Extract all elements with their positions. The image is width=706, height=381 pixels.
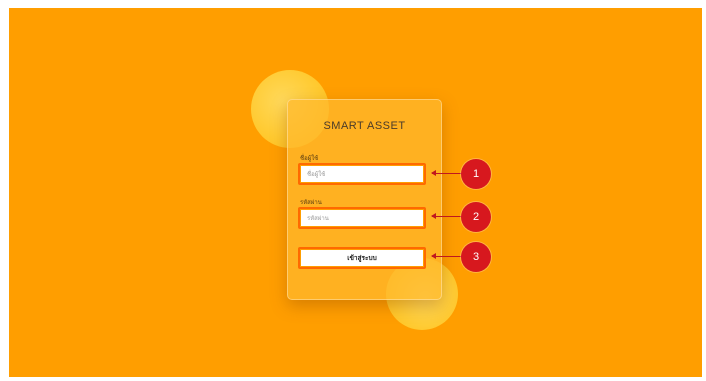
username-field[interactable]: ชื่อผู้ใช้	[298, 163, 426, 185]
login-screen: SMART ASSET ชื่อผู้ใช้ ชื่อผู้ใช้ รหัสผ่…	[9, 8, 702, 377]
username-label: ชื่อผู้ใช้	[300, 156, 319, 162]
password-placeholder[interactable]: รหัสผ่าน	[301, 210, 423, 226]
callout-badge-3: 3	[461, 242, 491, 272]
callout-arrow-1	[431, 170, 462, 176]
password-label: รหัสผ่าน	[300, 200, 322, 206]
password-field[interactable]: รหัสผ่าน	[298, 207, 426, 229]
login-card: SMART ASSET ชื่อผู้ใช้ ชื่อผู้ใช้ รหัสผ่…	[287, 99, 442, 300]
login-button[interactable]: เข้าสู่ระบบ	[298, 247, 426, 269]
callout-arrow-3	[431, 253, 462, 259]
username-placeholder[interactable]: ชื่อผู้ใช้	[301, 166, 423, 182]
callout-arrow-2	[431, 213, 462, 219]
login-button-label[interactable]: เข้าสู่ระบบ	[301, 250, 423, 266]
callout-badge-1: 1	[461, 159, 491, 189]
app-title: SMART ASSET	[323, 120, 406, 132]
callout-badge-2: 2	[461, 202, 491, 232]
